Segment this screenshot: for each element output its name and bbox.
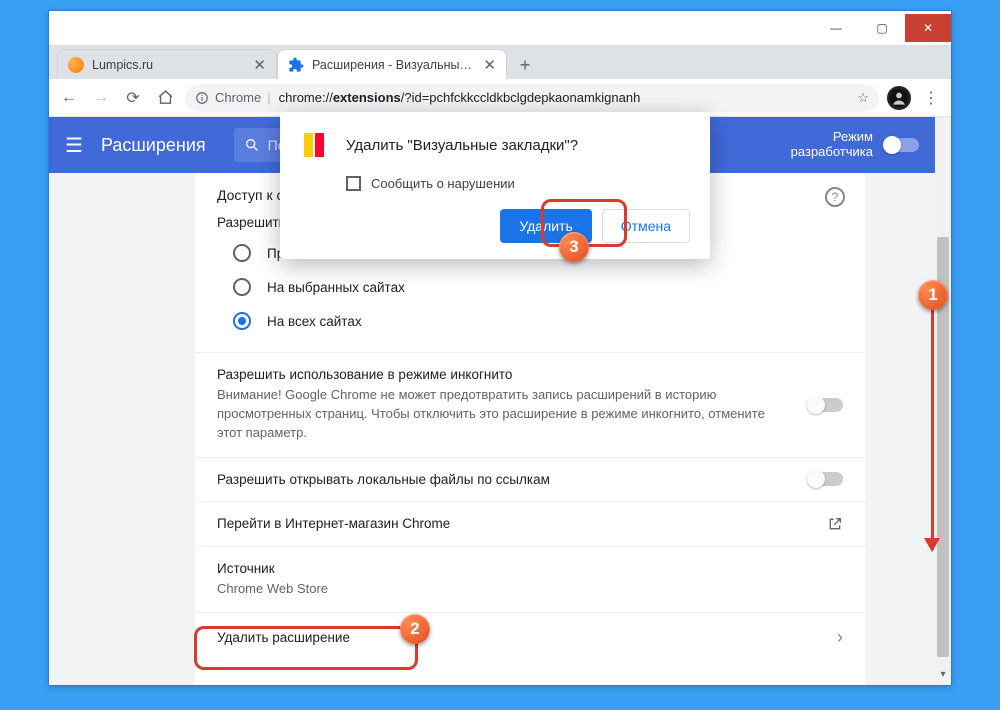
url-text: chrome://extensions/?id=pchfckkccldkbclg… [279,90,641,105]
search-icon [244,137,260,153]
window-minimize-button[interactable]: — [813,14,859,42]
dialog-cancel-button[interactable]: Отмена [602,209,690,243]
forward-button: → [89,86,113,110]
radio-icon [233,244,251,262]
help-icon[interactable]: ? [825,187,845,207]
source-value: Chrome Web Store [217,580,843,599]
address-bar[interactable]: Chrome | chrome://extensions/?id=pchfckk… [185,84,879,112]
yandex-bookmarks-icon [300,130,330,160]
source-label: Источник [217,561,843,576]
local-files-label: Разрешить открывать локальные файлы по с… [217,472,550,487]
checkbox-icon [346,176,361,191]
back-button[interactable]: ← [57,86,81,110]
tab-title: Расширения - Визуальные закл [312,58,475,72]
developer-mode-label: Режим разработчика [791,130,873,160]
extension-favicon-icon [288,57,304,73]
chrome-menu-button[interactable]: ⋮ [919,86,943,110]
incognito-toggle[interactable] [809,398,843,412]
radio-all-sites[interactable]: На всех сайтах [217,304,843,338]
secure-label: Chrome [215,90,261,105]
site-info-icon[interactable]: Chrome | [195,90,271,105]
lumpics-favicon-icon [68,57,84,73]
tab-strip: Lumpics.ru ✕ Расширения - Визуальные зак… [49,45,951,79]
reload-button[interactable]: ⟳ [121,86,145,110]
annotation-badge-3: 3 [559,232,589,262]
local-files-toggle[interactable] [809,472,843,486]
radio-label: На всех сайтах [267,314,362,329]
chevron-right-icon: › [837,627,843,648]
developer-mode: Режим разработчика [791,130,919,160]
web-store-link[interactable]: Перейти в Интернет-магазин Chrome [195,501,865,546]
profile-avatar[interactable] [887,86,911,110]
annotation-badge-2: 2 [400,614,430,644]
tab-close-icon[interactable]: ✕ [483,56,496,74]
vertical-scrollbar[interactable]: ▾ [935,117,951,685]
remove-extension-label: Удалить расширение [217,630,350,645]
scroll-down-icon[interactable]: ▾ [935,669,951,685]
tab-title: Lumpics.ru [92,58,245,72]
tab-extensions[interactable]: Расширения - Визуальные закл ✕ [277,49,507,79]
local-files-section: Разрешить открывать локальные файлы по с… [195,457,865,501]
incognito-description: Внимание! Google Chrome не может предотв… [217,386,789,443]
incognito-section: Разрешить использование в режиме инкогни… [195,352,865,457]
window-close-button[interactable]: ✕ [905,14,951,42]
radio-label: На выбранных сайтах [267,280,405,295]
source-section: Источник Chrome Web Store [195,546,865,613]
tab-lumpics[interactable]: Lumpics.ru ✕ [57,49,277,79]
window-maximize-button[interactable]: ▢ [859,14,905,42]
report-abuse-checkbox[interactable]: Сообщить о нарушении [346,176,690,191]
page-title: Расширения [101,135,206,156]
scroll-direction-arrow [931,302,934,550]
radio-icon [233,312,251,330]
tab-close-icon[interactable]: ✕ [253,56,266,74]
remove-extension-row[interactable]: Удалить расширение › [195,612,865,662]
incognito-title: Разрешить использование в режиме инкогни… [217,367,789,382]
titlebar: — ▢ ✕ [49,11,951,45]
new-tab-button[interactable]: + [511,51,539,79]
radio-specific-sites[interactable]: На выбранных сайтах [217,270,843,304]
dialog-title: Удалить "Визуальные закладки"? [346,137,578,154]
hamburger-icon[interactable]: ☰ [65,133,83,158]
report-abuse-label: Сообщить о нарушении [371,176,515,191]
web-store-label: Перейти в Интернет-магазин Chrome [217,516,450,531]
home-button[interactable] [153,86,177,110]
bookmark-star-icon[interactable]: ☆ [857,90,869,106]
external-link-icon [827,516,843,532]
radio-icon [233,278,251,296]
annotation-badge-1: 1 [918,280,948,310]
confirm-remove-dialog: Удалить "Визуальные закладки"? Сообщить … [280,112,710,259]
developer-mode-toggle[interactable] [885,138,919,152]
